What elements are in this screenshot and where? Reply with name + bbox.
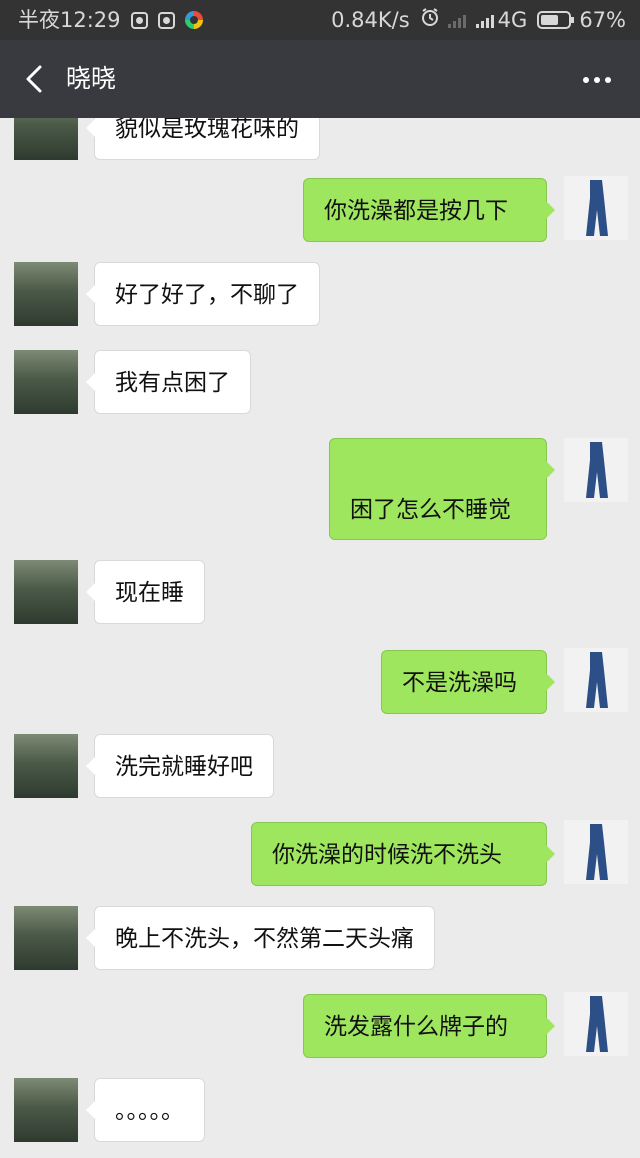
self-avatar[interactable]: [564, 648, 628, 712]
message-bubble[interactable]: 不是洗澡吗: [381, 650, 555, 714]
message-row-friend: 。。。。。: [0, 1078, 640, 1142]
network-speed: 0.84K/s: [331, 8, 410, 32]
message-text: 不是洗澡吗: [402, 670, 517, 696]
message-text: 困了怎么不睡觉: [350, 497, 511, 523]
message-bubble[interactable]: 晚上不洗头，不然第二天头痛: [86, 906, 435, 970]
message-bubble[interactable]: 你洗澡的时候洗不洗头: [251, 822, 555, 886]
status-bar: 半夜12:29 0.84K/s 4G 67%: [0, 0, 640, 40]
friend-avatar[interactable]: [14, 262, 78, 326]
more-dots-icon[interactable]: [582, 70, 612, 90]
message-text: 现在睡: [115, 580, 184, 606]
status-time: 半夜12:29: [18, 8, 121, 32]
message-row-friend: 我有点困了: [0, 350, 640, 414]
battery-icon: [537, 11, 575, 29]
chat-message-list[interactable]: 貌似是玫瑰花味的 你洗澡都是按几下 好了好了，不聊了 我有点困了 困了怎么不睡觉…: [0, 118, 640, 1158]
friend-avatar[interactable]: [14, 734, 78, 798]
message-bubble[interactable]: 我有点困了: [86, 350, 251, 414]
message-row-self: 洗发露什么牌子的: [0, 992, 640, 1058]
network-type: 4G: [497, 8, 528, 32]
alarm-clock-icon: [420, 0, 440, 40]
message-text: 貌似是玫瑰花味的: [115, 118, 299, 142]
message-bubble[interactable]: 洗发露什么牌子的: [303, 994, 555, 1058]
message-row-self: 你洗澡都是按几下: [0, 176, 640, 242]
signal-icon: [447, 12, 468, 28]
friend-avatar[interactable]: [14, 118, 78, 160]
friend-avatar[interactable]: [14, 350, 78, 414]
message-bubble[interactable]: 现在睡: [86, 560, 205, 624]
friend-avatar[interactable]: [14, 560, 78, 624]
self-avatar[interactable]: [564, 176, 628, 240]
message-row-self: 你洗澡的时候洗不洗头: [0, 820, 640, 886]
self-avatar[interactable]: [564, 438, 628, 502]
message-text: 你洗澡都是按几下: [324, 198, 508, 224]
message-row-self: 不是洗澡吗: [0, 648, 640, 714]
message-text: 。。。。。: [115, 1098, 184, 1124]
status-right: 0.84K/s 4G 67%: [331, 0, 626, 40]
message-text: 我有点困了: [115, 370, 230, 396]
message-row-friend: 现在睡: [0, 560, 640, 624]
chat-title: 晓晓: [66, 64, 117, 93]
friend-avatar[interactable]: [14, 906, 78, 970]
app-notification-icon: [130, 11, 148, 29]
message-bubble[interactable]: 你洗澡都是按几下: [303, 178, 555, 242]
battery-percent: 67%: [579, 8, 626, 32]
message-text: 好了好了，不聊了: [115, 282, 299, 308]
message-bubble[interactable]: 洗完就睡好吧: [86, 734, 274, 798]
message-bubble[interactable]: 好了好了，不聊了: [86, 262, 320, 326]
message-row-self: 困了怎么不睡觉: [0, 438, 640, 540]
message-row-friend: 好了好了，不聊了: [0, 262, 640, 326]
message-text: 晚上不洗头，不然第二天头痛: [115, 926, 414, 952]
status-left: 半夜12:29: [18, 0, 203, 40]
app-notification-icon: [157, 11, 175, 29]
message-text: 你洗澡的时候洗不洗头: [272, 842, 502, 868]
self-avatar[interactable]: [564, 820, 628, 884]
message-row-friend: 貌似是玫瑰花味的: [0, 118, 640, 160]
self-avatar[interactable]: [564, 992, 628, 1056]
browser-wheel-icon: [184, 11, 203, 29]
message-row-friend: 晚上不洗头，不然第二天头痛: [0, 906, 640, 970]
message-bubble[interactable]: 貌似是玫瑰花味的: [86, 118, 320, 160]
signal-icon: [475, 12, 496, 28]
message-bubble[interactable]: 困了怎么不睡觉: [329, 438, 555, 540]
message-row-friend: 洗完就睡好吧: [0, 734, 640, 798]
message-bubble[interactable]: 。。。。。: [86, 1078, 205, 1142]
chevron-left-icon[interactable]: [22, 64, 52, 94]
chat-header: 晓晓: [0, 40, 640, 118]
friend-avatar[interactable]: [14, 1078, 78, 1142]
message-text: 洗发露什么牌子的: [324, 1014, 508, 1040]
message-text: 洗完就睡好吧: [115, 754, 253, 780]
